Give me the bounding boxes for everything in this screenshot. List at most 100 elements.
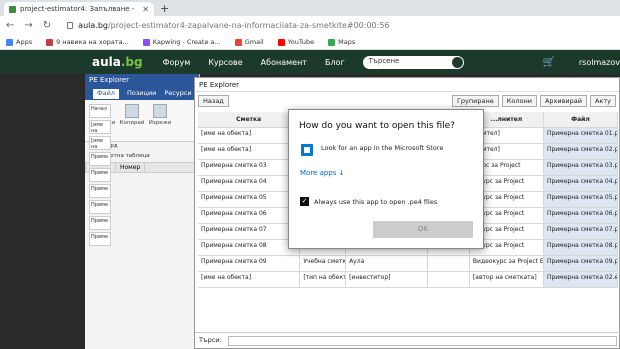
store-option[interactable]: Look for an app in the Microsoft Store	[301, 142, 443, 156]
list-item: Приме	[89, 232, 111, 246]
cart-icon[interactable]: 🛒	[542, 57, 554, 68]
site-logo[interactable]: aula.bg	[92, 55, 143, 69]
search-placeholder: Търсене	[368, 56, 400, 65]
bookmarks-bar: Apps 9 навика на хората... Kapwing - Cre…	[0, 35, 620, 50]
browser-toolbar: ← → ↻ aula.bg/project-estimator4-zapalva…	[0, 16, 620, 35]
ribbon-tabs: Файл Позиции Ресурси	[85, 88, 199, 100]
group-button[interactable]: Групиране	[451, 94, 499, 107]
cell-name: Примерна сметка 04	[198, 176, 301, 191]
list-item: Приме	[89, 184, 111, 198]
explorer-search-bar: Търси:	[195, 332, 620, 348]
nav-blog[interactable]: Блог	[325, 58, 345, 67]
copy-label: Копирай	[119, 120, 145, 126]
bookmark-item[interactable]: Kapwing - Create a...	[142, 38, 221, 46]
logo-text: aula	[92, 55, 121, 69]
bookmark-label: Maps	[338, 38, 356, 46]
columns-button[interactable]: Колони	[501, 94, 537, 107]
tab-positions[interactable]: Позиции	[127, 89, 156, 99]
cell-name: Примерна сметка 08	[198, 240, 301, 255]
table-row[interactable]: Примерна сметка 09 Учебна сметка Аула Видео…	[198, 256, 618, 272]
open-with-dialog: How do you want to open this file? Look …	[288, 109, 484, 249]
nav-forum[interactable]: Форум	[163, 58, 191, 67]
back-icon[interactable]: ←	[6, 20, 14, 31]
back-button[interactable]: Назад	[198, 94, 229, 107]
url-host: aula.bg	[78, 21, 108, 30]
site-search-input[interactable]: Търсене	[362, 55, 465, 69]
cell-file: Примерна сметка 09.pe4	[543, 256, 618, 271]
nav-subscription[interactable]: Абонамент	[261, 58, 307, 67]
bookmark-apps[interactable]: Apps	[6, 38, 32, 46]
col-number[interactable]: Номер	[116, 163, 146, 172]
cell-investor: Аула	[346, 256, 429, 271]
bookmark-maps[interactable]: Maps	[328, 38, 355, 46]
site-header: aula.bg Форум Курсове Абонамент Блог Тър…	[0, 50, 620, 74]
store-option-label: Look for an app in the Microsoft Store	[321, 144, 444, 152]
search-input[interactable]	[227, 336, 617, 346]
cell-file: Примерна сметка 02.efo	[543, 272, 618, 287]
cell	[428, 256, 470, 271]
browser-tab[interactable]: project-estimator4: Запълване - ✕	[4, 2, 154, 16]
list-item: [име на	[89, 120, 111, 134]
archive-button[interactable]: Архивирай	[539, 94, 587, 107]
dialog-title: How do you want to open this file?	[299, 121, 455, 131]
col-estimate[interactable]: Сметка	[198, 112, 301, 127]
lock-icon	[67, 22, 74, 29]
user-name[interactable]: rsolmazov	[579, 58, 620, 67]
gmail-icon	[234, 38, 242, 46]
tab-title: project-estimator4: Запълване -	[20, 5, 135, 13]
address-bar[interactable]: aula.bg/project-estimator4-zapalvane-na-…	[67, 21, 390, 30]
bookmark-item[interactable]: 9 навика на хората...	[46, 38, 129, 46]
cut-icon	[153, 104, 167, 118]
always-use-checkbox[interactable]: ✓ Always use this app to open .pe4 files	[300, 197, 437, 206]
col-file[interactable]: Файл	[543, 112, 618, 127]
ok-button[interactable]: OK	[373, 221, 473, 238]
cut-button[interactable]: Изрежи	[149, 104, 171, 137]
cell-investor: [инвеститор]	[346, 272, 429, 287]
copy-button[interactable]: Копирай	[119, 104, 145, 137]
list-item: Приме	[89, 152, 111, 166]
site-favicon-icon	[9, 5, 16, 13]
list-item: [име на	[89, 136, 111, 150]
list-item: Приме	[89, 168, 111, 182]
update-button[interactable]: Акту	[589, 94, 616, 107]
tab-resources[interactable]: Ресурси	[164, 89, 191, 99]
cell-file: Примерна сметка 01.pe4	[543, 128, 618, 143]
cell-name: [име на обекта]	[198, 144, 301, 159]
browser-tab-bar: project-estimator4: Запълване - ✕ +	[0, 0, 620, 16]
bookmark-label: Apps	[16, 38, 33, 46]
bookmark-label: Gmail	[244, 38, 264, 46]
logo-suffix: .bg	[120, 55, 143, 69]
tab-file[interactable]: Файл	[93, 89, 119, 99]
background-list: Начал [име на [име на Приме Приме Приме …	[89, 104, 111, 246]
forward-icon[interactable]: →	[24, 20, 32, 31]
bookmark-youtube[interactable]: YouTube	[277, 38, 315, 46]
always-use-label: Always use this app to open .pe4 files	[314, 197, 438, 206]
bookmark-gmail[interactable]: Gmail	[234, 38, 264, 46]
list-item: Приме	[89, 216, 111, 230]
bookmark-favicon-icon	[142, 38, 150, 46]
more-apps-link[interactable]: More apps ↓	[300, 169, 345, 177]
table-row[interactable]: [име на обекта][тип на обекта][инвестито…	[198, 272, 618, 288]
cell	[428, 272, 470, 287]
close-tab-icon[interactable]: ✕	[142, 5, 149, 14]
search-icon[interactable]	[452, 56, 464, 68]
cell-file: Примерна сметка 07.pe4	[543, 224, 618, 239]
bookmark-label: YouTube	[287, 38, 315, 46]
cell-file: Примерна сметка 08.pe4	[543, 240, 618, 255]
cell-name: Примерна сметка 05	[198, 192, 301, 207]
microsoft-store-icon	[301, 144, 313, 156]
bookmark-label: Kapwing - Create a...	[152, 38, 221, 46]
cell-name: Примерна сметка 06	[198, 208, 301, 223]
cut-label: Изрежи	[148, 120, 172, 126]
cell-file: Примерна сметка 04.pe4	[543, 176, 618, 191]
list-item: Приме	[89, 200, 111, 214]
youtube-icon	[277, 38, 285, 46]
explorer-title: PE Explorer	[195, 78, 619, 92]
new-tab-icon[interactable]: +	[160, 2, 169, 15]
reload-icon[interactable]: ↻	[43, 20, 51, 31]
background-app-title: PE Explorer	[85, 74, 199, 88]
cell-file: Примерна сметка 02.pe4	[543, 144, 618, 159]
nav-courses[interactable]: Курсове	[208, 58, 242, 67]
apps-grid-icon	[6, 38, 13, 46]
bookmark-label: 9 навика на хората...	[56, 38, 129, 46]
